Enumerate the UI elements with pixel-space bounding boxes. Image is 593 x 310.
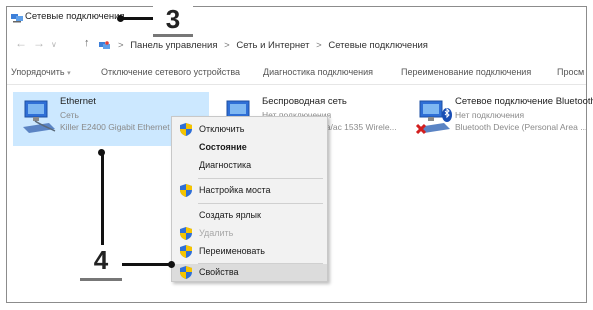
- control-panel-icon: [99, 41, 110, 49]
- menu-item-label: Отключить: [199, 124, 245, 134]
- connection-device: Killer E2400 Gigabit Ethernet: [60, 122, 170, 132]
- window-title: Сетевые подключения: [25, 11, 125, 22]
- connection-device: Bluetooth Device (Personal Area ...: [455, 122, 588, 132]
- breadcrumb-separator: >: [224, 40, 230, 51]
- menu-separator: [198, 178, 323, 179]
- ethernet-adapter-icon: [23, 100, 56, 133]
- organize-button[interactable]: Упорядочить ▾: [11, 67, 71, 77]
- callout-4-box: 4: [80, 245, 122, 281]
- menu-item-properties[interactable]: Свойства: [172, 264, 327, 281]
- disable-device-button[interactable]: Отключение сетевого устройства: [101, 67, 240, 77]
- breadcrumb-separator: >: [316, 40, 322, 51]
- connection-name: Сетевое подключение Bluetooth: [455, 96, 593, 107]
- uac-shield-icon: [180, 123, 192, 136]
- breadcrumb-network-connections[interactable]: Сетевые подключения: [328, 40, 428, 51]
- menu-item-label: Свойства: [199, 267, 239, 277]
- uac-shield-icon: [180, 266, 192, 279]
- up-arrow-icon[interactable]: ↑: [84, 37, 90, 49]
- callout-4-horizontal-line: [122, 263, 172, 266]
- breadcrumb-control-panel[interactable]: Панель управления: [130, 40, 217, 51]
- context-menu: Отключить Состояние Диагностика Настройк…: [171, 116, 328, 282]
- title-bar: Сетевые подключения: [7, 7, 586, 29]
- recent-dropdown-icon[interactable]: ∨: [51, 40, 57, 49]
- menu-item-label: Переименовать: [199, 246, 265, 256]
- diagnose-connection-button[interactable]: Диагностика подключения: [263, 67, 373, 77]
- menu-item-status[interactable]: Состояние: [172, 139, 327, 156]
- connection-bluetooth[interactable]: Сетевое подключение Bluetooth Нет подклю…: [408, 92, 593, 146]
- menu-item-label: Состояние: [199, 142, 247, 152]
- command-toolbar: Упорядочить ▾ Отключение сетевого устрой…: [7, 62, 586, 85]
- menu-item-label: Диагностика: [199, 160, 252, 170]
- breadcrumb-separator: >: [118, 40, 124, 51]
- menu-item-create-shortcut[interactable]: Создать ярлык: [172, 207, 327, 224]
- uac-shield-icon: [180, 184, 192, 197]
- chevron-down-icon: ▾: [67, 70, 71, 77]
- menu-item-label: Удалить: [199, 228, 234, 238]
- menu-item-label: Настройка моста: [199, 185, 271, 195]
- menu-item-diagnose[interactable]: Диагностика: [172, 157, 327, 174]
- uac-shield-icon: [180, 227, 192, 240]
- connection-name: Беспроводная сеть: [262, 96, 347, 107]
- back-arrow-icon[interactable]: ←: [15, 36, 27, 50]
- breadcrumb: > Панель управления > Сеть и Интернет > …: [114, 40, 428, 51]
- menu-separator: [198, 203, 323, 204]
- menu-item-bridge[interactable]: Настройка моста: [172, 182, 327, 199]
- rename-connection-button[interactable]: Переименование подключения: [401, 67, 531, 77]
- menu-item-disable[interactable]: Отключить: [172, 121, 327, 138]
- callout-4-target-dot: [168, 261, 175, 268]
- menu-item-rename[interactable]: Переименовать: [172, 243, 327, 260]
- connection-status: Нет подключения: [455, 110, 525, 120]
- breadcrumb-network-internet[interactable]: Сеть и Интернет: [236, 40, 309, 51]
- forward-arrow-icon[interactable]: →: [33, 36, 45, 50]
- bluetooth-adapter-icon: [415, 100, 452, 135]
- callout-3-line: [121, 17, 153, 20]
- menu-item-label: Создать ярлык: [199, 210, 261, 220]
- uac-shield-icon: [180, 245, 192, 258]
- navigation-bar: ← → ∨ ↑ > Панель управления > Сеть и Инт…: [7, 36, 586, 56]
- view-status-button[interactable]: Просм: [557, 67, 584, 77]
- callout-4-vertical-line: [101, 152, 104, 246]
- connection-status: Сеть: [60, 110, 79, 120]
- network-connections-icon: [11, 14, 23, 23]
- callout-3-box: 3: [153, 4, 193, 37]
- menu-item-delete: Удалить: [172, 225, 327, 242]
- organize-label: Упорядочить: [11, 67, 65, 77]
- connection-name: Ethernet: [60, 96, 96, 107]
